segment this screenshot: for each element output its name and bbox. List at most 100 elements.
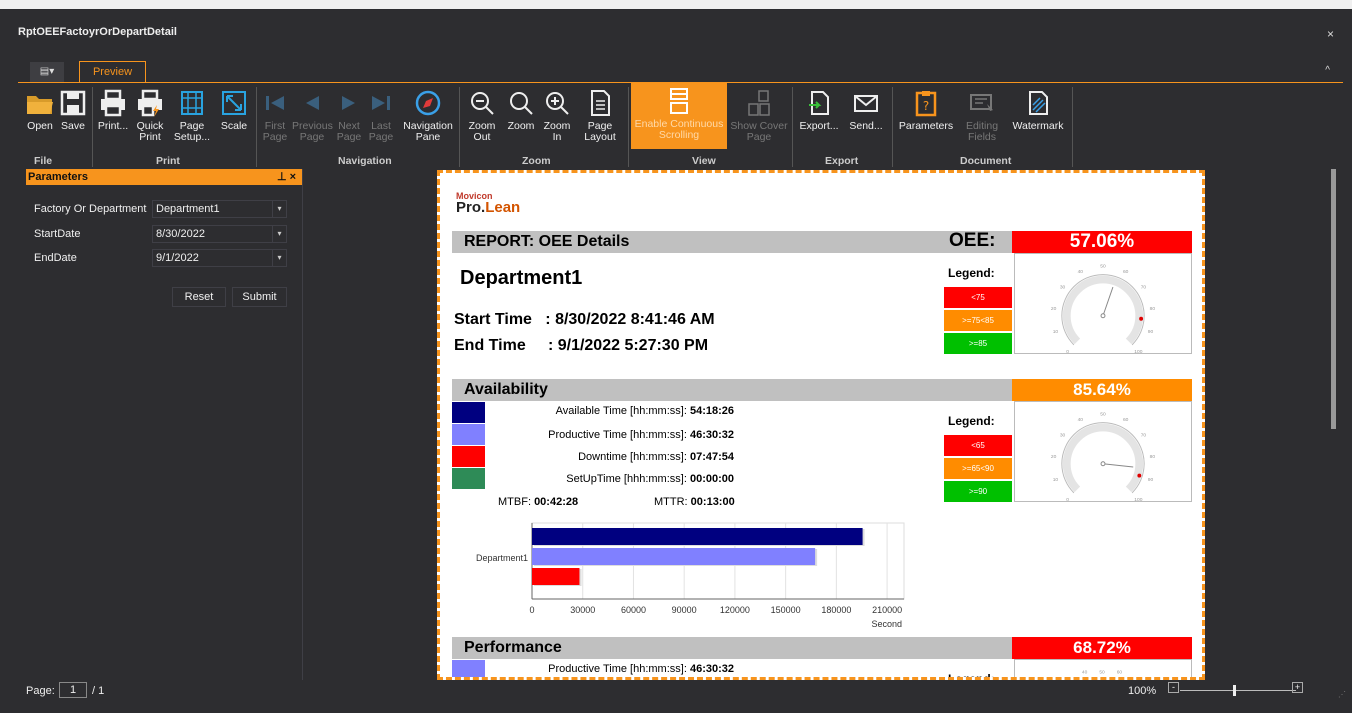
factory-label: Factory Or Department <box>34 203 147 215</box>
reset-button[interactable]: Reset <box>172 287 226 307</box>
zoom-in-button[interactable]: Zoom In <box>540 85 574 149</box>
last-page-icon <box>372 96 390 110</box>
gauge-tick-label: 40 <box>1078 269 1084 275</box>
x-axis-title: Second <box>871 619 902 629</box>
top-strip <box>0 0 1352 9</box>
separator <box>92 87 93 167</box>
export-icon <box>809 91 829 115</box>
quick-print-button[interactable]: Quick Print <box>132 85 168 149</box>
show-cover-page-button[interactable]: Show Cover Page <box>730 85 788 149</box>
category-label: Department1 <box>476 553 528 563</box>
gauge-tick-label: 80 <box>1150 306 1156 312</box>
x-tick-label: 210000 <box>872 605 902 615</box>
ribbon: Open Save Print... Quick Print Page Setu… <box>18 82 1343 168</box>
pin-close-icon[interactable]: ⊥ × <box>277 169 296 185</box>
availability-value: 85.64% <box>1012 379 1192 401</box>
chevron-down-icon[interactable]: ▾ <box>272 226 286 242</box>
page-setup-button[interactable]: Page Setup... <box>172 85 212 149</box>
zoom-button[interactable]: Zoom <box>504 85 538 149</box>
zoom-plus-button[interactable]: + <box>1292 682 1303 693</box>
close-button[interactable]: × <box>1327 27 1334 41</box>
page-layout-icon <box>591 90 610 116</box>
chevron-down-icon[interactable]: ▾ <box>272 250 286 266</box>
next-page-button[interactable]: Next Page <box>334 85 364 149</box>
end-date-field[interactable]: 9/1/2022 ▾ <box>152 249 287 267</box>
gauge-hub <box>1100 313 1106 319</box>
last-page-button[interactable]: Last Page <box>366 85 396 149</box>
availability-legend-orange: >=65<90 <box>944 458 1012 479</box>
tab-preview[interactable]: Preview <box>79 61 146 83</box>
gauge-tick-label: 50 <box>1099 670 1105 676</box>
gauge-tick-label: 10 <box>1053 329 1059 335</box>
parameters-button[interactable]: ? Parameters <box>896 85 956 149</box>
gauge-tick-label: 20 <box>1051 306 1057 312</box>
gauge-arc <box>1062 423 1144 493</box>
vertical-scrollbar[interactable] <box>1331 169 1336 429</box>
continuous-scrolling-button[interactable]: Enable Continuous Scrolling <box>631 83 727 149</box>
navigation-pane-button[interactable]: Navigation Pane <box>400 85 456 149</box>
gauge-tick-label: 0 <box>1066 497 1069 502</box>
watermark-icon <box>1029 91 1048 115</box>
gauge-tick-label: 20 <box>1051 454 1057 460</box>
compass-icon <box>415 90 441 116</box>
send-button[interactable]: Send... <box>844 85 888 149</box>
gauge-hub <box>1100 461 1106 467</box>
separator <box>1072 87 1073 167</box>
zoom-slider[interactable] <box>1180 690 1296 691</box>
export-button[interactable]: Export... <box>796 85 842 149</box>
zoom-slider-thumb[interactable] <box>1233 685 1236 696</box>
group-document: Document <box>960 155 1012 167</box>
separator <box>892 87 893 167</box>
group-zoom: Zoom <box>522 155 551 167</box>
magnifier-icon <box>510 92 533 115</box>
resize-grip-icon[interactable]: ⋰ <box>1338 690 1346 699</box>
group-export: Export <box>825 155 859 167</box>
productive-time: Productive Time [hh:mm:ss]: 46:30:32 <box>548 429 734 441</box>
gauge-tick-label: 60 <box>1123 269 1129 275</box>
gauge-tick-label: 30 <box>1060 284 1066 290</box>
open-button[interactable]: Open <box>24 85 56 149</box>
status-bar: Page: 1 / 1 100% - + ⋰ <box>0 680 1352 713</box>
window-title: RptOEEFactoyrOrDepartDetail <box>18 26 177 38</box>
print-button[interactable]: Print... <box>96 85 130 149</box>
performance-productive-swatch <box>452 660 485 677</box>
watermark-button[interactable]: Watermark <box>1008 85 1068 149</box>
gauge-needle <box>1102 286 1114 316</box>
gauge-tick-label: 100 <box>1134 497 1142 502</box>
gauge-tick-label: 100 <box>1134 349 1142 354</box>
editing-fields-button[interactable]: Editing Fields <box>958 85 1006 149</box>
availability-legend-title: Legend: <box>948 414 995 428</box>
save-button[interactable]: Save <box>58 85 88 149</box>
page-layout-button[interactable]: Page Layout <box>578 85 622 149</box>
page-number-input[interactable]: 1 <box>59 682 87 698</box>
x-tick-label: 60000 <box>621 605 646 615</box>
oee-legend-orange: >=75<85 <box>944 310 1012 331</box>
gauge-tick-label: 60 <box>1123 417 1129 423</box>
folder-icon <box>27 96 53 114</box>
report-title-band: REPORT: OEE Details <box>452 231 1012 253</box>
chevron-down-icon[interactable]: ▾ <box>272 201 286 217</box>
page-total: / 1 <box>92 685 105 697</box>
separator <box>459 87 460 167</box>
factory-select[interactable]: Department1 ▾ <box>152 200 287 218</box>
available-time: Available Time [hh:mm:ss]: 54:18:26 <box>555 405 734 417</box>
previous-page-button[interactable]: Previous Page <box>292 85 333 149</box>
scale-button[interactable]: Scale <box>216 85 252 149</box>
zoom-out-button[interactable]: Zoom Out <box>462 85 502 149</box>
oee-label: OEE: <box>949 230 996 251</box>
parameters-title: Parameters <box>28 171 88 183</box>
printer-icon <box>101 89 125 117</box>
zoom-minus-button[interactable]: - <box>1168 682 1179 693</box>
gauge-marker <box>1139 316 1144 321</box>
collapse-ribbon-icon[interactable]: ^ <box>1325 65 1330 76</box>
performance-legend-title: Legend: <box>948 672 995 680</box>
gauge-tick-label: 60 <box>1117 670 1123 676</box>
submit-button[interactable]: Submit <box>232 287 287 307</box>
x-tick-label: 120000 <box>720 605 750 615</box>
start-date-field[interactable]: 8/30/2022 ▾ <box>152 225 287 243</box>
end-time: End Time : 9/1/2022 5:27:30 PM <box>454 337 709 354</box>
oee-legend-green: >=85 <box>944 333 1012 354</box>
group-file: File <box>34 155 53 167</box>
first-page-button[interactable]: First Page <box>260 85 290 149</box>
app-menu-tab[interactable]: ▤▾ <box>30 62 64 82</box>
